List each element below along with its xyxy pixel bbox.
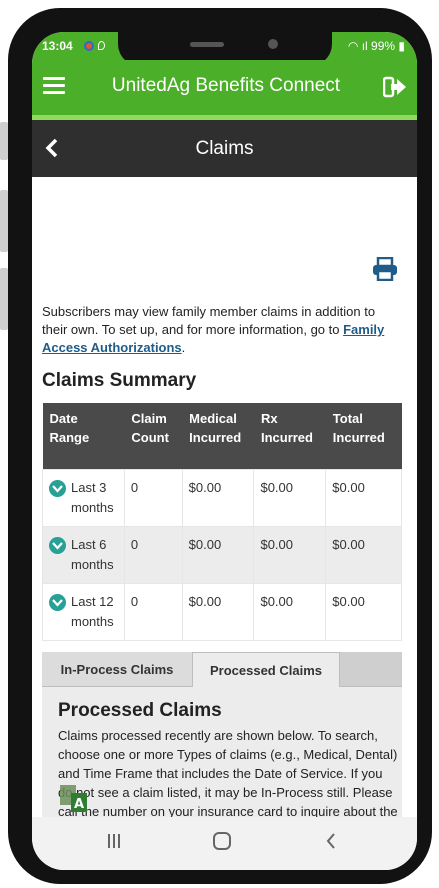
claim-count-cell: 0	[123, 525, 183, 584]
claims-tabs-panel: In-Process Claims Processed Claims Proce…	[42, 652, 402, 817]
processed-claims-description: Claims processed recently are shown belo…	[58, 728, 398, 817]
column-header: Rx Incurred	[253, 403, 326, 469]
column-header: Medical Incurred	[182, 403, 254, 469]
date-range-label: Last 6 months	[71, 536, 114, 572]
camera-icon	[268, 39, 278, 49]
total-incurred-cell: $0.00	[325, 525, 402, 584]
claims-summary-title: Claims Summary	[42, 370, 197, 391]
medical-incurred-cell: $0.00	[181, 582, 255, 641]
medical-incurred-cell: $0.00	[181, 525, 255, 584]
claim-count-cell: 0	[123, 468, 183, 527]
table-row[interactable]: Last 3 months 0 $0.00 $0.00 $0.00	[42, 468, 402, 527]
total-incurred-cell: $0.00	[325, 468, 402, 527]
processed-claims-title: Processed Claims	[58, 700, 222, 721]
page-title: Claims	[195, 138, 254, 159]
printer-icon[interactable]	[372, 257, 398, 281]
date-range-label: Last 12 months	[71, 593, 114, 629]
app-title: UnitedAg Benefits Connect	[111, 75, 341, 96]
translate-icon[interactable]: A	[60, 785, 88, 813]
notification-icon	[84, 41, 94, 51]
expand-chevron-icon[interactable]	[49, 593, 66, 611]
tab-bar-filler	[340, 652, 402, 687]
app-bar: UnitedAg Benefits Connect	[32, 60, 417, 115]
table-header-row: Date Range Claim Count Medical Incurred …	[42, 403, 402, 469]
tab-processed-claims[interactable]: Processed Claims	[192, 652, 340, 687]
rx-incurred-cell: $0.00	[253, 468, 327, 527]
status-right: ◠ ıl 99% ▮	[348, 39, 405, 53]
status-time: 13:04	[42, 39, 73, 53]
page-content: Subscribers may view family member claim…	[32, 177, 417, 817]
tab-in-process-claims[interactable]: In-Process Claims	[42, 652, 192, 687]
claim-count-cell: 0	[123, 582, 183, 641]
page-header: Claims	[32, 120, 417, 177]
total-incurred-cell: $0.00	[325, 582, 402, 641]
intro-text: Subscribers may view family member claim…	[42, 303, 402, 357]
battery-icon: ▮	[395, 39, 405, 53]
table-row[interactable]: Last 12 months 0 $0.00 $0.00 $0.00	[42, 582, 402, 641]
expand-chevron-icon[interactable]	[49, 536, 66, 554]
intro-suffix: .	[181, 340, 186, 355]
column-header: Date Range	[42, 403, 125, 469]
column-header: Claim Count	[124, 403, 183, 469]
claims-summary-table: Date Range Claim Count Medical Incurred …	[42, 403, 402, 641]
date-range-cell[interactable]: Last 12 months	[42, 582, 125, 641]
logout-icon[interactable]	[383, 76, 407, 98]
back-icon[interactable]	[325, 832, 337, 850]
medical-incurred-cell: $0.00	[181, 468, 255, 527]
rx-incurred-cell: $0.00	[253, 582, 327, 641]
signal-icon: ◠ ıl	[347, 39, 372, 53]
date-range-cell[interactable]: Last 6 months	[42, 525, 125, 584]
recent-apps-icon[interactable]	[106, 833, 122, 849]
rx-incurred-cell: $0.00	[253, 525, 327, 584]
intro-body: Subscribers may view family member claim…	[42, 304, 376, 337]
battery-level: 99%	[371, 39, 396, 53]
android-nav-bar	[32, 817, 417, 870]
home-icon[interactable]	[213, 832, 231, 850]
hamburger-menu-icon[interactable]	[43, 77, 65, 95]
location-icon	[98, 41, 105, 50]
phone-side-button	[0, 268, 8, 330]
column-header: Total Incurred	[325, 403, 402, 469]
phone-side-button	[0, 122, 8, 160]
expand-chevron-icon[interactable]	[49, 479, 66, 497]
phone-screen: 13:04 ◠ ıl 99% ▮ UnitedAg Benefits Conne…	[32, 32, 417, 870]
svg-text:A: A	[74, 797, 84, 812]
speaker-grille	[190, 42, 224, 47]
date-range-label: Last 3 months	[71, 479, 114, 515]
phone-side-button	[0, 190, 8, 252]
table-row[interactable]: Last 6 months 0 $0.00 $0.00 $0.00	[42, 525, 402, 584]
date-range-cell[interactable]: Last 3 months	[42, 468, 125, 527]
